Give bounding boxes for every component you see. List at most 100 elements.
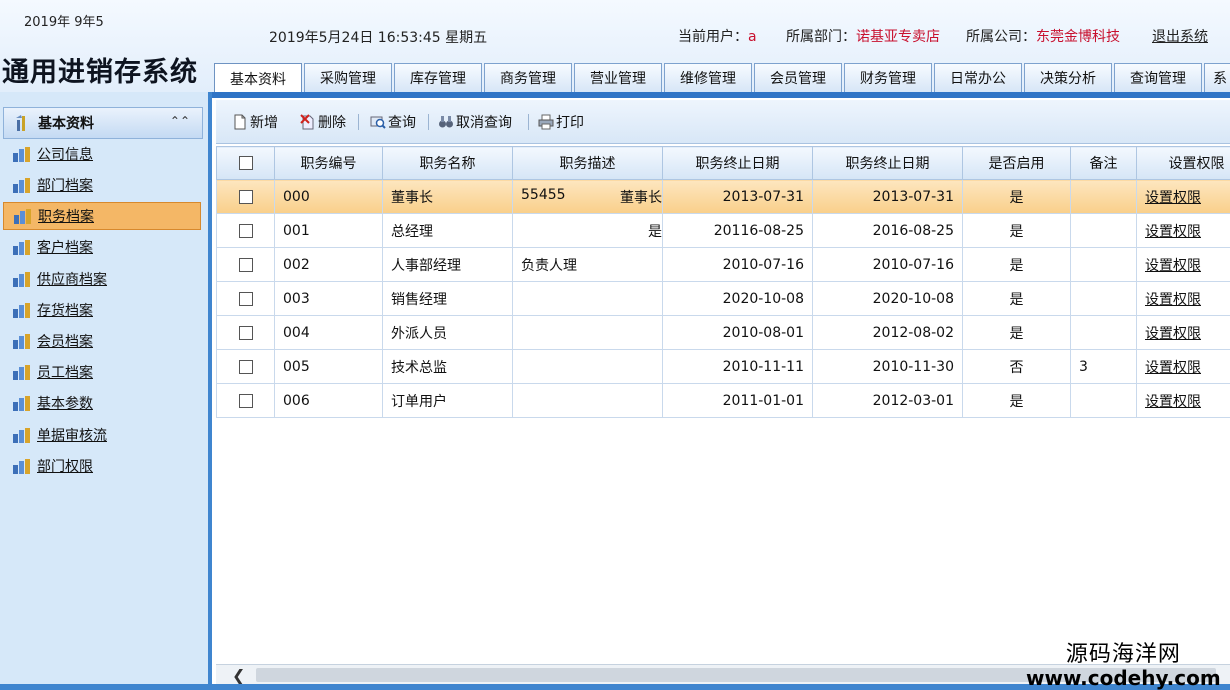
cell-enabled: 是	[962, 213, 1071, 248]
cell-end-date: 2013-07-31	[662, 179, 813, 214]
bar-chart-icon	[12, 302, 32, 318]
tab-basic-data[interactable]: 基本资料	[214, 63, 302, 93]
module-tabs: 基本资料 采购管理 库存管理 商务管理 营业管理 维修管理 会员管理 财务管理 …	[214, 63, 1230, 93]
sidebar-item-label: 存货档案	[37, 303, 93, 319]
cell-end-date: 20116-08-25	[662, 213, 813, 248]
cell-note	[1070, 213, 1137, 248]
sidebar-item-label: 会员档案	[37, 334, 93, 350]
cell-name: 人事部经理	[382, 247, 513, 282]
add-label: 新增	[250, 115, 278, 131]
sidebar-item-employees[interactable]: 员工档案	[3, 358, 201, 386]
delete-button[interactable]: 删除	[300, 112, 346, 132]
row-checkbox[interactable]	[216, 247, 275, 282]
cancel-query-button[interactable]: 取消查询	[438, 112, 512, 132]
datetime: 2019年5月24日 16:53:45 星期五	[269, 30, 488, 46]
cell-name: 董事长	[382, 179, 513, 214]
tab-member[interactable]: 会员管理	[754, 63, 842, 92]
tab-system[interactable]: 系	[1204, 63, 1230, 92]
collapse-icon[interactable]: ⌃⌃	[170, 114, 190, 128]
logout-link[interactable]: 退出系统	[1152, 26, 1208, 46]
query-button[interactable]: 查询	[370, 112, 416, 132]
table-row[interactable]: 004 外派人员 2010-08-01 2012-08-02 是 设置权限	[216, 315, 1230, 350]
cell-end-date-2: 2012-08-02	[812, 315, 963, 350]
column-header[interactable]: 职务名称	[382, 146, 513, 180]
sidebar-item-approval-flow[interactable]: 单据审核流	[3, 421, 201, 449]
bar-chart-icon	[12, 239, 32, 255]
sidebar-header[interactable]: 基本资料 ⌃⌃	[3, 107, 203, 139]
column-header[interactable]: 职务编号	[274, 146, 383, 180]
add-button[interactable]: 新增	[232, 112, 278, 132]
column-header[interactable]: 职务终止日期	[662, 146, 813, 180]
cell-end-date: 2020-10-08	[662, 281, 813, 316]
set-permission-link[interactable]: 设置权限	[1136, 213, 1230, 248]
sidebar-item-customers[interactable]: 客户档案	[3, 233, 201, 261]
cell-code: 005	[274, 349, 383, 384]
cell-end-date-2: 2012-03-01	[812, 383, 963, 418]
print-button[interactable]: 打印	[538, 112, 584, 132]
table-row[interactable]: 001 总经理 是 20116-08-25 2016-08-25 是 设置权限	[216, 213, 1230, 248]
row-checkbox[interactable]	[216, 213, 275, 248]
table-row[interactable]: 002 人事部经理 负责人理 2010-07-16 2010-07-16 是 设…	[216, 247, 1230, 282]
tab-office[interactable]: 日常办公	[934, 63, 1022, 92]
row-checkbox[interactable]	[216, 383, 275, 418]
row-checkbox[interactable]	[216, 349, 275, 384]
set-permission-link[interactable]: 设置权限	[1136, 349, 1230, 384]
sidebar-item-dept-permissions[interactable]: 部门权限	[3, 452, 201, 480]
tab-business[interactable]: 营业管理	[574, 63, 662, 92]
cell-description	[512, 349, 663, 384]
sidebar-item-label: 公司信息	[37, 147, 93, 163]
tab-commerce[interactable]: 商务管理	[484, 63, 572, 92]
tab-purchase[interactable]: 采购管理	[304, 63, 392, 92]
sidebar-item-members[interactable]: 会员档案	[3, 327, 201, 355]
sidebar-item-stock[interactable]: 存货档案	[3, 296, 201, 324]
table-row[interactable]: 003 销售经理 2020-10-08 2020-10-08 是 设置权限	[216, 281, 1230, 316]
positions-table: 职务编号 职务名称 职务描述 职务终止日期 职务终止日期 是否启用 备注 设置权…	[216, 146, 1230, 418]
version-label: 2019年 9年5	[24, 15, 104, 30]
sidebar-item-company-info[interactable]: 公司信息	[3, 140, 201, 168]
column-header[interactable]: 职务终止日期	[812, 146, 963, 180]
select-all-checkbox[interactable]	[216, 146, 275, 180]
delete-label: 删除	[318, 115, 346, 131]
watermark-title: 源码海洋网	[1065, 642, 1181, 667]
cell-end-date-2: 2010-07-16	[812, 247, 963, 282]
cell-desc-text	[514, 221, 649, 241]
bar-chart-icon	[12, 146, 32, 162]
row-checkbox[interactable]	[216, 315, 275, 350]
set-permission-link[interactable]: 设置权限	[1136, 315, 1230, 350]
tab-decision[interactable]: 决策分析	[1024, 63, 1112, 92]
tab-finance[interactable]: 财务管理	[844, 63, 932, 92]
scroll-left-icon[interactable]: ❮	[232, 666, 245, 685]
set-permission-link[interactable]: 设置权限	[1136, 179, 1230, 214]
cell-note	[1070, 315, 1137, 350]
table-row[interactable]: 006 订单用户 2011-01-01 2012-03-01 是 设置权限	[216, 383, 1230, 418]
table-row[interactable]: 005 技术总监 2010-11-11 2010-11-30 否 3 设置权限	[216, 349, 1230, 384]
printer-icon	[538, 114, 554, 130]
table-row[interactable]: 000 董事长 55455 董事长 2013-07-31 2013-07-31 是…	[216, 179, 1230, 214]
sidebar-header-label: 基本资料	[38, 116, 94, 132]
set-permission-link[interactable]: 设置权限	[1136, 247, 1230, 282]
tab-repair[interactable]: 维修管理	[664, 63, 752, 92]
column-header[interactable]: 备注	[1070, 146, 1137, 180]
sidebar-item-departments[interactable]: 部门档案	[3, 171, 201, 199]
new-document-icon	[232, 114, 248, 130]
company-value: 东莞金博科技	[1036, 29, 1120, 45]
sidebar-item-suppliers[interactable]: 供应商档案	[3, 265, 201, 293]
tab-inventory[interactable]: 库存管理	[394, 63, 482, 92]
column-header[interactable]: 是否启用	[962, 146, 1071, 180]
cell-note: 3	[1070, 349, 1137, 384]
sidebar-item-positions[interactable]: 职务档案	[3, 202, 201, 230]
watermark-url: www.codehy.com	[1026, 666, 1221, 690]
column-header[interactable]: 职务描述	[512, 146, 663, 180]
row-checkbox[interactable]	[216, 179, 275, 214]
tab-query[interactable]: 查询管理	[1114, 63, 1202, 92]
app-title: 通用进销存系统	[2, 57, 198, 88]
sidebar-item-label: 部门权限	[37, 459, 93, 475]
cell-code: 003	[274, 281, 383, 316]
sidebar-item-parameters[interactable]: 基本参数	[3, 389, 201, 417]
set-permission-link[interactable]: 设置权限	[1136, 383, 1230, 418]
set-permission-link[interactable]: 设置权限	[1136, 281, 1230, 316]
row-checkbox[interactable]	[216, 281, 275, 316]
print-label: 打印	[556, 115, 584, 131]
cell-name: 订单用户	[382, 383, 513, 418]
column-header[interactable]: 设置权限	[1136, 146, 1230, 180]
